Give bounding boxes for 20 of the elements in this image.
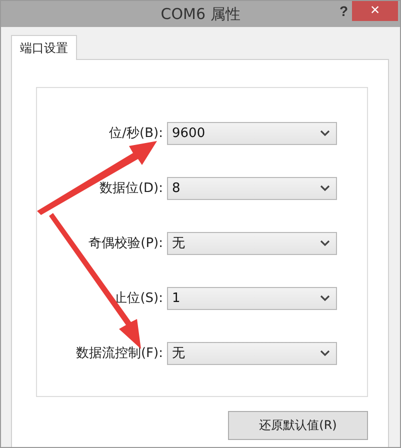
dropdown[interactable]: 1 (167, 286, 337, 310)
close-button[interactable]: × (352, 1, 398, 21)
chevron-icon (320, 130, 330, 136)
chevron-icon (320, 294, 330, 302)
field-label: 位/秒(B): (108, 125, 164, 142)
tab[interactable]: 端口设置 (11, 35, 77, 60)
dropdown[interactable]: 无 (167, 342, 337, 364)
field-label: 数据流控制(F): (74, 345, 164, 362)
field-label: 奇偶校验(P): (88, 235, 164, 252)
field-label: 数据位(D): (98, 180, 164, 197)
dropdown[interactable]: 8 (167, 176, 337, 200)
dropdown[interactable]: 无 (167, 232, 337, 254)
chevron-icon (320, 184, 330, 192)
chevron-icon (320, 350, 330, 356)
help-button[interactable]: ? (339, 3, 348, 19)
dropdown[interactable]: 9600 (167, 122, 337, 144)
field-label: 止位(S): (113, 290, 164, 307)
restore-defaults-button[interactable]: 还原默认值(R) (228, 411, 368, 440)
chevron-icon (320, 240, 330, 246)
window-title: COM6 属性 (160, 4, 240, 24)
